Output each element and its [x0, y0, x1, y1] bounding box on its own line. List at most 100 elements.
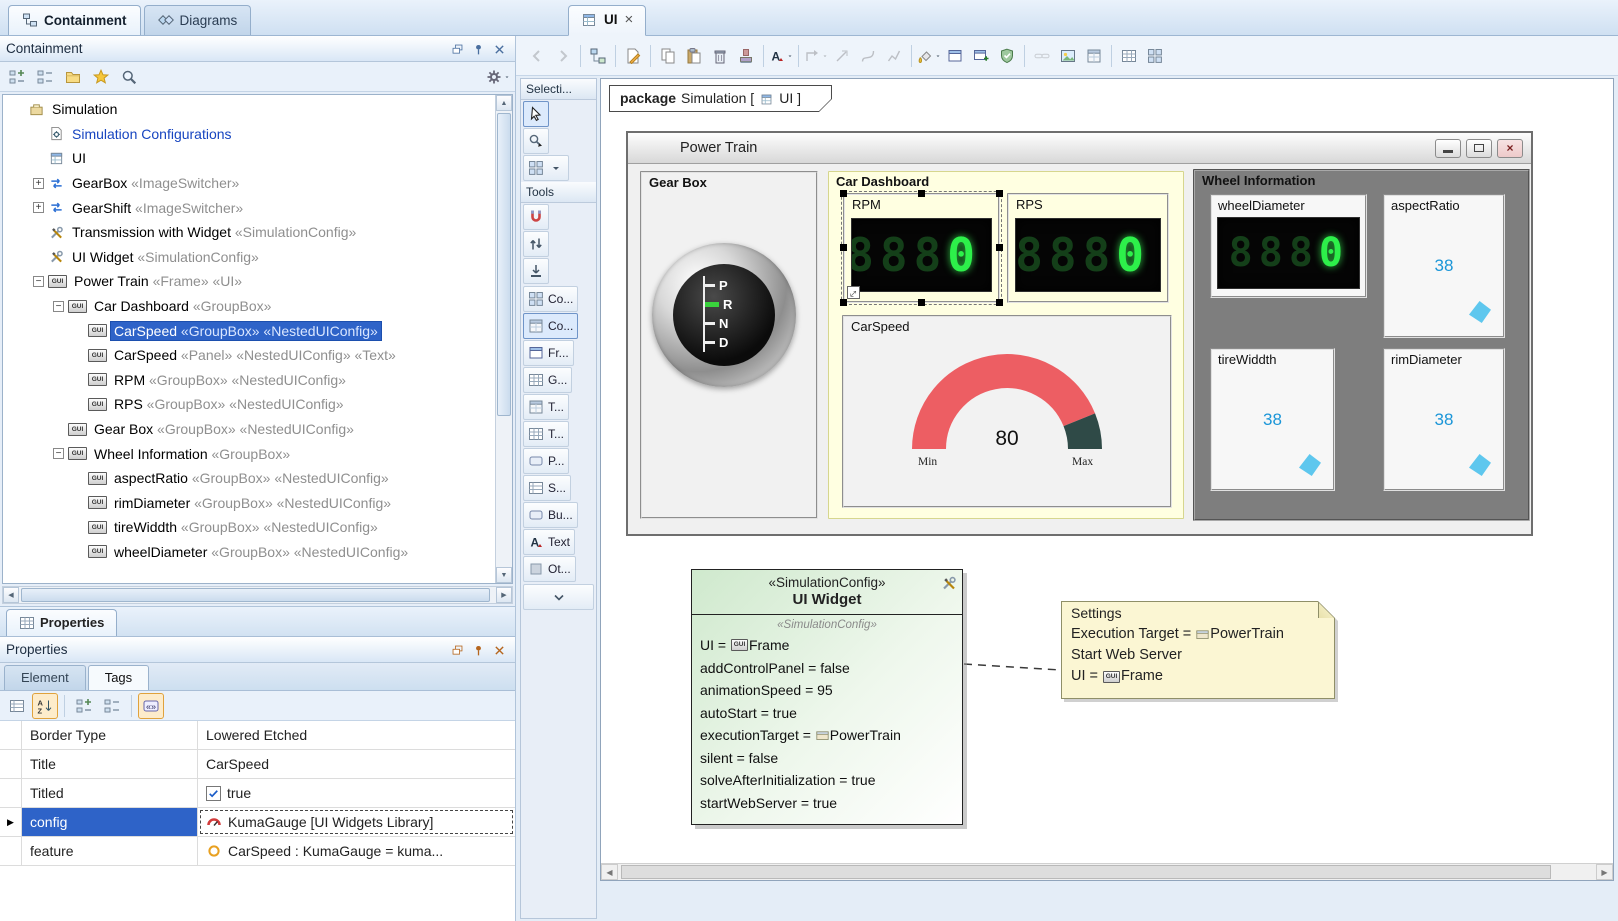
scrollbar-thumb[interactable] [21, 588, 490, 602]
hyperlink-button[interactable] [1029, 43, 1055, 69]
wheel-information-groupbox[interactable]: Wheel Information wheelDiameter 8880 asp… [1193, 169, 1530, 521]
tree-item-ui-widget-6[interactable]: UI Widget «SimulationConfig» [3, 245, 495, 270]
palette-reorder-button[interactable] [523, 231, 549, 257]
add-frame-button[interactable] [968, 43, 994, 69]
carspeed-groupbox[interactable]: CarSpeed 80 Min Max [842, 315, 1172, 508]
collapse-icon[interactable]: − [33, 276, 44, 287]
rpm-display[interactable]: 8880 [851, 218, 992, 292]
tree-item-simulation-configurations-1[interactable]: Simulation Configurations [3, 122, 495, 147]
canvas-horizontal-scrollbar[interactable]: ◀ ▶ [601, 863, 1613, 880]
tree-item-car-dashboard-8[interactable]: −GUICar Dashboard «GroupBox» [3, 294, 495, 319]
collapse-all-button[interactable] [99, 693, 125, 719]
palette-zoom-select-button[interactable] [523, 128, 549, 154]
tab-diagrams[interactable]: Diagrams [144, 5, 252, 35]
float-panel-button[interactable] [448, 640, 467, 659]
tree-item-gear-box-13[interactable]: GUIGear Box «GroupBox» «NestedUIConfig» [3, 417, 495, 442]
palette-insert-button[interactable] [523, 258, 549, 284]
pin-panel-button[interactable] [469, 39, 488, 58]
carspeed-gauge[interactable]: 80 Min Max [892, 341, 1122, 473]
tree-item-gearshift-4[interactable]: +GearShift «ImageSwitcher» [3, 195, 495, 220]
path-rectilinear-button[interactable] [803, 43, 829, 69]
tree-item-transmission-with-widget-5[interactable]: Transmission with Widget «SimulationConf… [3, 220, 495, 245]
tree-item-ui-2[interactable]: UI [3, 146, 495, 171]
property-value[interactable]: CarSpeed : KumaGauge = kuma... [198, 837, 515, 865]
palette-section-10-ot[interactable]: Ot... [523, 556, 576, 582]
stamp-mode-button[interactable] [733, 43, 759, 69]
quick-find-button[interactable] [116, 64, 142, 90]
new-frame-button[interactable] [942, 43, 968, 69]
link-with-editor-button[interactable] [4, 64, 30, 90]
show-window-button[interactable] [1081, 43, 1107, 69]
wheeldiameter-display[interactable]: 8880 [1217, 217, 1360, 289]
palette-selection-button[interactable] [523, 101, 549, 127]
tree-item-rpm-11[interactable]: GUIRPM «GroupBox» «NestedUIConfig» [3, 368, 495, 393]
palette-section-4-t[interactable]: T... [523, 394, 569, 420]
tree-vertical-scrollbar[interactable]: ▲ ▼ [495, 95, 512, 583]
text-style-button[interactable]: A [768, 43, 794, 69]
standard-mode-button[interactable] [4, 693, 30, 719]
tree-item-carspeed-10[interactable]: GUICarSpeed «Panel» «NestedUIConfig» «Te… [3, 343, 495, 368]
navigate-forward-button[interactable] [550, 43, 576, 69]
subtab-tags[interactable]: Tags [88, 665, 149, 690]
diagram-properties-button[interactable] [620, 43, 646, 69]
palette-section-7-s[interactable]: S... [523, 475, 571, 501]
sort-alphabetically-button[interactable]: AZ [32, 693, 58, 719]
palette-section-8-bu[interactable]: Bu... [523, 502, 578, 528]
gearbox-groupbox[interactable]: Gear Box PRND [640, 171, 818, 519]
subtab-element[interactable]: Element [4, 665, 86, 690]
collapse-icon[interactable]: − [53, 301, 64, 312]
show-grid-button[interactable] [1116, 43, 1142, 69]
tree-item-power-train-7[interactable]: −GUIPower Train «Frame» «UI» [3, 269, 495, 294]
scroll-left-button[interactable]: ◀ [3, 587, 19, 603]
collapse-icon[interactable]: − [53, 448, 64, 459]
property-row-title[interactable]: TitleCarSpeed [0, 750, 515, 779]
close-panel-button[interactable] [490, 39, 509, 58]
tree-horizontal-scrollbar[interactable]: ◀ ▶ [2, 586, 513, 604]
diagram-tab-ui[interactable]: UI × [568, 5, 646, 36]
rimdiameter-box[interactable]: rimDiameter 38 [1383, 348, 1505, 491]
expand-icon[interactable]: + [33, 202, 44, 213]
property-row-titled[interactable]: Titledtrue [0, 779, 515, 808]
tree-item-rimdiameter-16[interactable]: GUIrimDiameter «GroupBox» «NestedUIConfi… [3, 491, 495, 516]
diagram-frame-header[interactable]: package Simulation [ UI ] [609, 85, 832, 112]
palette-scroll-more-button[interactable] [523, 584, 594, 610]
tree-item-tirewiddth-17[interactable]: GUItireWiddth «GroupBox» «NestedUIConfig… [3, 515, 495, 540]
pin-panel-button[interactable] [469, 640, 488, 659]
favorites-button[interactable] [88, 64, 114, 90]
scroll-down-button[interactable]: ▼ [496, 567, 512, 583]
delete-button[interactable] [707, 43, 733, 69]
scroll-up-button[interactable]: ▲ [496, 95, 512, 111]
property-value[interactable]: true [198, 779, 515, 807]
property-value[interactable]: CarSpeed [198, 750, 515, 778]
palette-section-3-g[interactable]: G... [523, 367, 572, 393]
aspectratio-box[interactable]: aspectRatio 38 [1383, 194, 1505, 338]
path-spline-button[interactable] [881, 43, 907, 69]
expand-icon[interactable]: + [33, 178, 44, 189]
property-row-feature[interactable]: featureCarSpeed : KumaGauge = kuma... [0, 837, 515, 866]
palette-tools-header[interactable]: Tools [521, 182, 596, 203]
select-in-containment-tree-button[interactable] [585, 43, 611, 69]
path-oblique-button[interactable] [829, 43, 855, 69]
powertrain-titlebar[interactable]: Power Train × [628, 133, 1531, 164]
show-stereotypes-button[interactable]: «» [138, 693, 164, 719]
scroll-right-button[interactable]: ▶ [1596, 864, 1613, 880]
palette-section-5-t[interactable]: T... [523, 421, 569, 447]
layout-diagram-button[interactable] [1142, 43, 1168, 69]
expand-widget-icon[interactable] [847, 286, 860, 299]
fill-color-button[interactable] [916, 43, 942, 69]
tree-item-rps-12[interactable]: GUIRPS «GroupBox» «NestedUIConfig» [3, 392, 495, 417]
property-value[interactable]: KumaGauge [UI Widgets Library] [198, 808, 515, 836]
tree-item-wheeldiameter-18[interactable]: GUIwheelDiameter «GroupBox» «NestedUICon… [3, 540, 495, 565]
expand-all-button[interactable] [71, 693, 97, 719]
property-row-config[interactable]: ▶configKumaGauge [UI Widgets Library] [0, 808, 515, 837]
wheeldiameter-box[interactable]: wheelDiameter 8880 [1210, 194, 1367, 298]
scroll-left-button[interactable]: ◀ [601, 864, 618, 880]
property-value[interactable]: Lowered Etched [198, 721, 515, 749]
rps-display[interactable]: 8880 [1015, 218, 1161, 292]
minimize-button[interactable] [1435, 139, 1461, 158]
tree-item-carspeed-9[interactable]: GUICarSpeed «GroupBox» «NestedUIConfig» [3, 318, 495, 343]
settings-note[interactable]: Settings Execution Target = PowerTrainSt… [1061, 601, 1335, 699]
paste-button[interactable] [681, 43, 707, 69]
navigate-back-button[interactable] [524, 43, 550, 69]
palette-section-2-fr[interactable]: Fr... [523, 340, 574, 366]
